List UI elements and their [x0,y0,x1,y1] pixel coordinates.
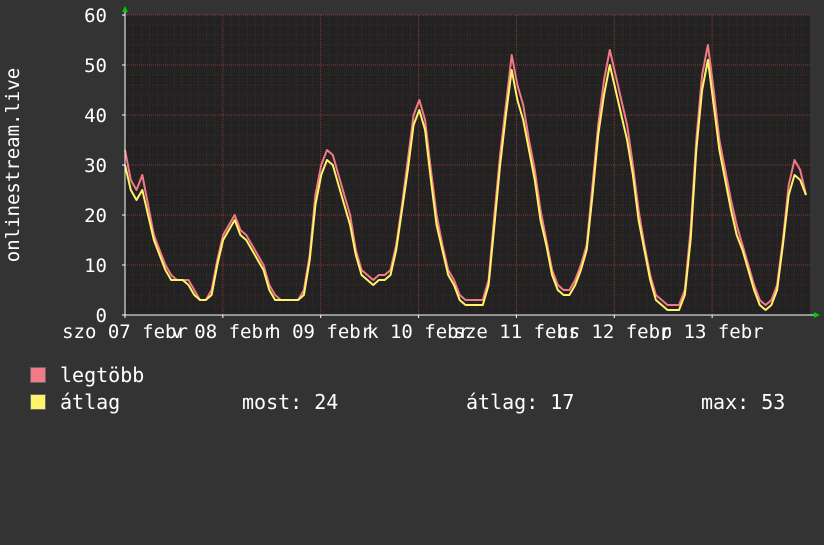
legend-label-avg: átlag [60,390,121,414]
x-tick-label: h 09 febr [269,321,372,340]
stat-now: most: 24 [242,390,339,414]
x-tick-label: cs 12 febr [557,321,671,340]
x-tick-labels: szo 07 febrv 08 febrh 09 febrk 10 febrsz… [62,321,764,340]
y-tick-label: 10 [84,255,107,277]
x-tick-label: p 13 febr [661,321,764,340]
y-tick-label: 30 [84,155,107,177]
y-axis-arrow [122,6,128,12]
legend-row-avg: átlag most: 24 átlag: 17 max: 53 [30,389,810,415]
x-tick-label: szo 07 febr [62,321,188,340]
y-tick-label: 60 [84,5,107,27]
legend-swatch-avg [30,394,46,410]
stat-average: átlag: 17 [466,390,575,414]
legend-label-max: legtöbb [60,363,145,387]
y-axis-label: onlinestream.live [2,68,24,262]
legend-row-max: legtöbb [30,362,810,388]
x-axis-arrow [814,312,820,318]
chart: 0102030405060 szo 07 febrv 08 febrh 09 f… [2,5,820,340]
y-tick-label: 50 [84,55,107,77]
stat-max: max: 53 [701,390,786,414]
y-tick-label: 40 [84,105,107,127]
x-tick-label: v 08 febr [171,321,274,340]
y-tick-label: 20 [84,205,107,227]
y-tick-labels: 0102030405060 [84,5,107,327]
legend-swatch-max [30,367,46,383]
